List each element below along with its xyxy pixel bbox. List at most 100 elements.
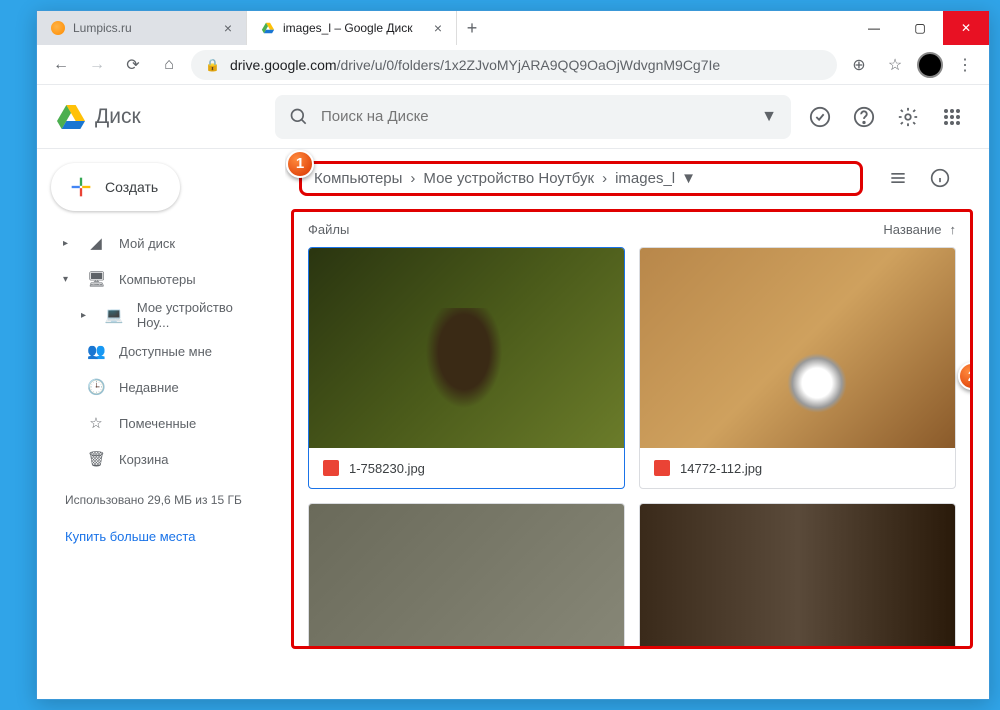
drive-logo-icon (55, 101, 87, 133)
url-bar: ← → ⟳ ⌂ 🔒 drive.google.com/drive/u/0/fol… (37, 45, 989, 85)
help-icon[interactable] (845, 98, 883, 136)
drive-icon: ◢ (87, 234, 105, 252)
sidebar-item-starred[interactable]: ☆ Помеченные (45, 405, 277, 441)
home-button[interactable]: ⌂ (155, 51, 183, 79)
settings-icon[interactable] (889, 98, 927, 136)
sidebar-item-computers[interactable]: ▾ 🖥 Компьютеры (45, 261, 277, 297)
file-thumbnail (309, 248, 624, 448)
app-body: Создать ▸ ◢ Мой диск ▾ 🖥 Компьютеры ▸ 💻 … (37, 149, 989, 699)
dropdown-icon: ▼ (681, 170, 696, 187)
browser-window: Lumpics.ru × images_l – Google Диск × + … (36, 10, 990, 700)
sidebar: Создать ▸ ◢ Мой диск ▾ 🖥 Компьютеры ▸ 💻 … (37, 149, 285, 699)
section-label: Файлы (308, 222, 349, 237)
plus-icon (67, 173, 95, 201)
maximize-button[interactable]: ▢ (897, 11, 943, 45)
storage-text: Использовано 29,6 МБ из 15 ГБ (45, 477, 277, 523)
sidebar-item-label: Мое устройство Ноу... (137, 300, 267, 330)
breadcrumb-row: 1 Компьютеры › Мое устройство Ноутбук › … (285, 155, 973, 201)
sidebar-item-device[interactable]: ▸ 💻 Мое устройство Ноу... (45, 297, 277, 333)
close-tab-icon[interactable]: × (224, 20, 232, 36)
files-grid: 1-758230.jpg 14772-112.jpg (308, 247, 956, 649)
minimize-button[interactable]: — (851, 11, 897, 45)
favicon-icon (51, 21, 65, 35)
sidebar-item-label: Корзина (119, 452, 169, 467)
sidebar-item-label: Компьютеры (119, 272, 196, 287)
callout-badge-1: 1 (286, 150, 314, 178)
create-button[interactable]: Создать (51, 163, 180, 211)
sidebar-item-label: Помеченные (119, 416, 196, 431)
window-controls: — ▢ ✕ (851, 11, 989, 45)
app-header: Диск ▼ (37, 85, 989, 149)
search-box[interactable]: ▼ (275, 95, 791, 139)
files-area: 2 Файлы Название ↑ 1-758230.jpg (291, 209, 973, 649)
app-title: Диск (95, 105, 141, 129)
search-input[interactable] (321, 108, 749, 125)
zoom-icon[interactable]: ⊕ (845, 51, 873, 79)
sidebar-item-label: Мой диск (119, 236, 175, 251)
new-tab-button[interactable]: + (457, 11, 487, 45)
titlebar: Lumpics.ru × images_l – Google Диск × + … (37, 11, 989, 45)
forward-button[interactable]: → (83, 51, 111, 79)
bookmark-icon[interactable]: ☆ (881, 51, 909, 79)
file-card[interactable]: 1-758230.jpg (308, 247, 625, 489)
offline-ready-icon[interactable] (801, 98, 839, 136)
sort-control[interactable]: Название ↑ (883, 222, 956, 237)
list-view-icon[interactable] (879, 159, 917, 197)
close-tab-icon[interactable]: × (434, 20, 442, 36)
clock-icon: 🕒 (87, 378, 105, 396)
chevron-right-icon: ▸ (63, 238, 73, 249)
file-thumbnail (640, 248, 955, 448)
arrow-up-icon: ↑ (950, 222, 957, 237)
main-panel: 1 Компьютеры › Мое устройство Ноутбук › … (285, 149, 989, 699)
file-thumbnail (640, 504, 955, 649)
details-icon[interactable] (921, 159, 959, 197)
laptop-icon: 💻 (105, 306, 123, 324)
sidebar-item-trash[interactable]: 🗑 Корзина (45, 441, 277, 477)
breadcrumb: 1 Компьютеры › Мое устройство Ноутбук › … (299, 161, 863, 196)
image-file-icon (654, 460, 670, 476)
profile-avatar[interactable] (917, 52, 943, 78)
file-thumbnail (309, 504, 624, 649)
sidebar-item-shared[interactable]: 👥 Доступные мне (45, 333, 277, 369)
file-name: 1-758230.jpg (349, 461, 425, 476)
address-field[interactable]: 🔒 drive.google.com/drive/u/0/folders/1x2… (191, 50, 837, 80)
sidebar-item-my-drive[interactable]: ▸ ◢ Мой диск (45, 225, 277, 261)
file-card[interactable] (639, 503, 956, 649)
url-text: drive.google.com/drive/u/0/folders/1x2ZJ… (230, 57, 720, 73)
file-card[interactable] (308, 503, 625, 649)
star-icon: ☆ (87, 414, 105, 432)
tab-strip: Lumpics.ru × images_l – Google Диск × + (37, 11, 851, 45)
tab-title: images_l – Google Диск (283, 21, 412, 35)
file-card[interactable]: 14772-112.jpg (639, 247, 956, 489)
chevron-right-icon: › (602, 170, 607, 187)
menu-icon[interactable]: ⋮ (951, 51, 979, 79)
search-icon (289, 107, 309, 127)
sort-label: Название (883, 222, 941, 237)
create-label: Создать (105, 179, 158, 195)
file-name: 14772-112.jpg (680, 461, 762, 476)
sidebar-item-recent[interactable]: 🕒 Недавние (45, 369, 277, 405)
lock-icon: 🔒 (205, 58, 220, 72)
browser-tab[interactable]: images_l – Google Диск × (247, 11, 457, 45)
files-header: Файлы Название ↑ (308, 222, 956, 237)
computer-icon: 🖥 (87, 270, 105, 288)
breadcrumb-item-current[interactable]: images_l ▼ (615, 170, 696, 187)
image-file-icon (323, 460, 339, 476)
tab-title: Lumpics.ru (73, 21, 132, 35)
breadcrumb-item[interactable]: Мое устройство Ноутбук (423, 170, 594, 187)
back-button[interactable]: ← (47, 51, 75, 79)
browser-tab[interactable]: Lumpics.ru × (37, 11, 247, 45)
close-window-button[interactable]: ✕ (943, 11, 989, 45)
breadcrumb-item[interactable]: Компьютеры (314, 170, 402, 187)
search-options-icon[interactable]: ▼ (761, 108, 777, 126)
shared-icon: 👥 (87, 342, 105, 360)
reload-button[interactable]: ⟳ (119, 51, 147, 79)
callout-badge-2: 2 (958, 362, 973, 390)
apps-grid-icon[interactable] (933, 98, 971, 136)
buy-storage-link[interactable]: Купить больше места (45, 523, 277, 550)
trash-icon: 🗑 (87, 450, 105, 468)
sidebar-item-label: Недавние (119, 380, 179, 395)
favicon-icon (261, 21, 275, 35)
chevron-down-icon: ▾ (63, 274, 73, 285)
drive-logo[interactable]: Диск (55, 101, 265, 133)
